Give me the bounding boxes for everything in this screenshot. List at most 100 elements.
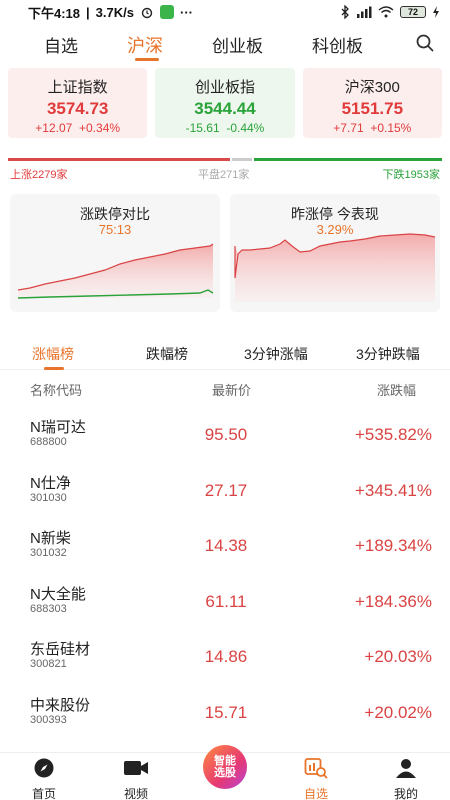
index-change: -15.61 -0.44%	[155, 121, 294, 135]
index-cards: 上证指数 3574.73 +12.07 +0.34% 创业板指 3544.44 …	[8, 68, 442, 138]
tab-3min-gainers[interactable]: 3分钟涨幅	[244, 344, 308, 364]
more-dots-icon: ···	[179, 4, 193, 20]
stock-name: N瑞可达	[30, 419, 86, 436]
stock-row[interactable]: N瑞可达 688800 95.50 +535.82%	[0, 408, 450, 464]
stock-row[interactable]: N大全能 688303 61.11 +184.36%	[0, 575, 450, 631]
mini-charts: 涨跌停对比 75:13 昨涨停 今表现 3.29%	[10, 194, 440, 312]
status-time: 下午4:18	[28, 5, 81, 21]
market-breadth: 上涨2279家 平盘271家 下跌1953家	[8, 152, 442, 182]
header-latest-price[interactable]: 最新价	[212, 380, 251, 399]
active-tab-indicator	[135, 58, 159, 61]
chart-value: 3.29%	[316, 222, 354, 237]
yesterday-limit-card[interactable]: 昨涨停 今表现 3.29%	[230, 194, 440, 312]
nav-home[interactable]: 首页	[14, 757, 74, 800]
breadth-flat-segment	[232, 158, 252, 161]
nav-watchlist[interactable]: 自选	[286, 757, 346, 800]
stock-name: 东岳硅材	[30, 641, 91, 658]
nav-video[interactable]: 视频	[106, 757, 166, 800]
index-name: 沪深300	[344, 79, 400, 96]
index-card-csi300[interactable]: 沪深300 5151.75 +7.71 +0.15%	[302, 68, 442, 138]
breadth-down-segment	[254, 158, 442, 161]
stock-change: +535.82%	[354, 425, 432, 444]
index-name: 上证指数	[47, 79, 108, 96]
stock-change: +20.03%	[364, 647, 432, 666]
tab-top-losers[interactable]: 跌幅榜	[146, 344, 188, 364]
stock-change: +345.41%	[354, 480, 432, 500]
index-card-chinext[interactable]: 创业板指 3544.44 -15.61 -0.44%	[155, 68, 295, 138]
wechat-icon	[159, 5, 174, 19]
stock-code: 301032	[30, 547, 67, 559]
search-icon[interactable]	[414, 32, 436, 54]
bottom-nav: 首页 视频 智能 选股 自选 我的	[0, 745, 450, 800]
performance-area	[235, 234, 435, 302]
header-change-pct[interactable]: 涨跌幅	[377, 380, 416, 399]
video-icon	[124, 761, 148, 775]
index-value: 3574.73	[46, 99, 109, 118]
stock-code: 688303	[30, 602, 67, 615]
index-change: +12.07 +0.34%	[8, 121, 147, 135]
breadth-up-label: 上涨2279家	[10, 169, 68, 181]
wifi-icon	[378, 6, 394, 18]
index-value: 5151.75	[341, 99, 404, 118]
tab-top-gainers[interactable]: 涨幅榜	[32, 344, 74, 364]
breadth-flat-label: 平盘271家	[198, 169, 250, 181]
stock-row[interactable]: 东岳硅材 300821 14.86 +20.03%	[0, 630, 450, 686]
user-icon	[396, 759, 416, 778]
header-name-code: 名称代码	[30, 383, 83, 398]
index-name: 创业板指	[194, 79, 255, 96]
tab-star-market[interactable]: 科创板	[312, 32, 363, 57]
stock-name: N大全能	[30, 585, 86, 603]
bluetooth-icon	[341, 5, 349, 19]
stock-change: +20.02%	[364, 702, 432, 722]
status-bar: 下午4:18 | 3.7K/s ··· 72	[0, 0, 450, 24]
stock-price: 14.86	[204, 647, 248, 666]
status-speed: 3.7K/s	[95, 4, 134, 20]
limit-compare-card[interactable]: 涨跌停对比 75:13	[10, 194, 220, 312]
stock-code: 688800	[30, 436, 67, 448]
stock-row[interactable]: N仕净 301030 27.17 +345.41%	[0, 464, 450, 520]
ranking-tabs: 涨幅榜 跌幅榜 3分钟涨幅 3分钟跌幅	[0, 336, 450, 370]
tab-shanghai-shenzhen[interactable]: 沪深	[127, 32, 163, 58]
battery-icon: 72	[400, 6, 426, 18]
status-divider: |	[86, 4, 90, 20]
stock-code: 301030	[30, 491, 67, 504]
nav-label: 视频	[123, 787, 148, 800]
breadth-bar	[8, 158, 442, 161]
stock-list: N瑞可达 688800 95.50 +535.82% N仕净 301030 27…	[0, 408, 450, 752]
tab-watchlist[interactable]: 自选	[44, 32, 78, 57]
stock-row[interactable]: N新柴 301032 14.38 +189.34%	[0, 519, 450, 575]
stock-code: 300393	[30, 713, 67, 726]
index-card-shanghai[interactable]: 上证指数 3574.73 +12.07 +0.34%	[8, 68, 148, 138]
nav-label: 自选	[303, 787, 328, 800]
index-value: 3544.44	[194, 99, 256, 118]
market-tabs: 自选 沪深 创业板 科创板	[0, 26, 450, 62]
chart-title: 昨涨停 今表现	[291, 206, 379, 222]
nav-label: 首页	[31, 787, 56, 800]
nav-label: 我的	[393, 787, 418, 800]
index-change-points: +7.71	[333, 121, 364, 135]
alarm-icon	[141, 7, 153, 19]
stock-code: 300821	[30, 658, 67, 670]
watchlist-search-icon	[304, 758, 328, 779]
breadth-up-segment	[8, 158, 230, 161]
index-change-pct: +0.15%	[370, 121, 412, 135]
index-change-pct: -0.44%	[226, 121, 265, 135]
chart-value: 75:13	[98, 222, 132, 237]
stock-row[interactable]: 中来股份 300393 15.71 +20.02%	[0, 686, 450, 742]
chart-title: 涨跌停对比	[80, 206, 150, 222]
stock-change: +184.36%	[354, 591, 432, 611]
nav-me[interactable]: 我的	[376, 757, 436, 800]
index-change-points: +12.07	[35, 121, 73, 135]
stock-price: 15.71	[204, 702, 248, 722]
stock-change: +189.34%	[354, 536, 432, 555]
stock-name: N新柴	[30, 530, 71, 547]
ai-stock-picker-button[interactable]: 智能 选股	[203, 745, 247, 789]
limit-up-area	[18, 244, 213, 298]
index-change: +7.71 +0.15%	[303, 121, 442, 135]
stock-list-header: 名称代码 最新价 涨跌幅	[0, 380, 450, 400]
tab-3min-losers[interactable]: 3分钟跌幅	[356, 344, 420, 364]
index-change-points: -15.61	[185, 121, 220, 135]
index-change-pct: +0.34%	[79, 121, 121, 135]
stock-price: 95.50	[204, 425, 248, 444]
tab-chinext[interactable]: 创业板	[212, 32, 263, 57]
